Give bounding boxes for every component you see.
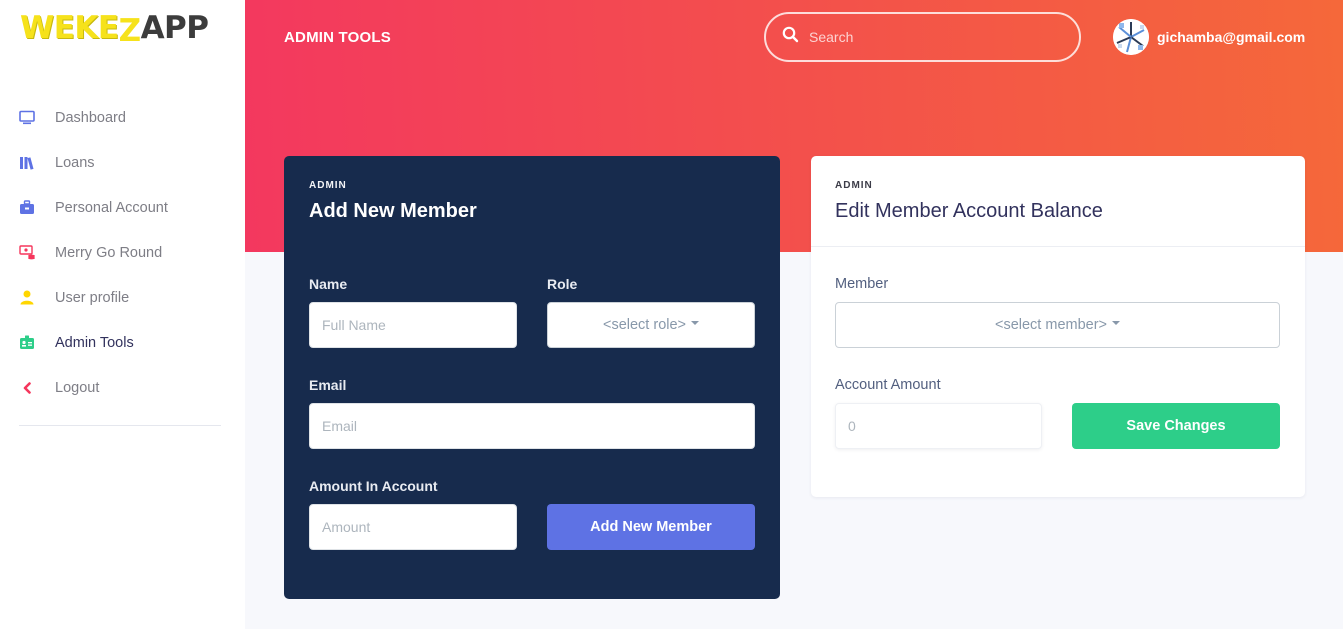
avatar[interactable] xyxy=(1113,19,1149,55)
name-field[interactable] xyxy=(309,302,517,348)
card-title: Edit Member Account Balance xyxy=(835,200,1103,222)
amount-label: Amount In Account xyxy=(309,478,438,494)
sidebar-item-personal-account[interactable]: Personal Account xyxy=(0,185,245,230)
sidebar-item-dashboard[interactable]: Dashboard xyxy=(0,95,245,140)
brand-logo[interactable]: WEKEZAPP xyxy=(20,10,220,50)
add-member-card: ADMIN Add New Member Name Role <select r… xyxy=(284,156,780,599)
account-amount-label: Account Amount xyxy=(835,377,941,393)
brand-part3: APP xyxy=(140,10,209,46)
sidebar-item-logout[interactable]: Logout xyxy=(0,365,245,410)
email-label: Email xyxy=(309,377,347,393)
save-changes-button[interactable]: Save Changes xyxy=(1072,403,1280,449)
amount-field[interactable] xyxy=(309,504,517,550)
sidebar-item-label: Merry Go Round xyxy=(55,244,163,261)
brand-part2: Z xyxy=(118,13,141,49)
email-field[interactable] xyxy=(309,403,755,449)
add-member-button[interactable]: Add New Member xyxy=(547,504,755,550)
sidebar: WEKEZAPP Dashboard Loans Personal Accoun… xyxy=(0,0,245,629)
search-input[interactable] xyxy=(809,29,1049,45)
books-icon xyxy=(18,154,36,172)
sidebar-nav: Dashboard Loans Personal Account Merry G… xyxy=(0,95,245,410)
user-menu[interactable]: gichamba@gmail.com xyxy=(1113,19,1305,55)
sidebar-item-label: Logout xyxy=(55,379,100,396)
role-select-value: <select role> xyxy=(602,317,687,333)
sidebar-item-label: User profile xyxy=(55,289,130,306)
role-label: Role xyxy=(547,276,578,292)
edit-balance-card: ADMIN Edit Member Account Balance Member… xyxy=(811,156,1305,497)
briefcase-icon xyxy=(18,199,36,217)
name-label: Name xyxy=(309,276,348,292)
caret-down-icon xyxy=(1112,321,1121,325)
user-icon xyxy=(18,289,36,307)
sidebar-item-label: Loans xyxy=(55,154,95,171)
member-select[interactable]: <select member> xyxy=(835,302,1280,348)
sidebar-item-label: Dashboard xyxy=(55,109,126,126)
sidebar-item-merry-go-round[interactable]: Merry Go Round xyxy=(0,230,245,275)
brand-part1: WEKE xyxy=(20,10,119,46)
sidebar-item-user-profile[interactable]: User profile xyxy=(0,275,245,320)
search-icon xyxy=(782,26,799,48)
id-card-icon xyxy=(18,334,36,352)
member-select-value: <select member> xyxy=(994,317,1108,333)
monitor-icon xyxy=(18,109,36,127)
money-icon xyxy=(18,244,36,262)
sidebar-item-label: Personal Account xyxy=(55,199,168,216)
card-eyebrow: ADMIN xyxy=(835,180,873,191)
card-eyebrow: ADMIN xyxy=(309,180,347,191)
search-box[interactable] xyxy=(764,12,1081,62)
sidebar-divider xyxy=(19,425,221,426)
account-amount-field[interactable] xyxy=(835,403,1042,449)
card-header-divider xyxy=(811,246,1305,247)
chevron-left-icon xyxy=(18,379,36,397)
sidebar-item-label: Admin Tools xyxy=(55,334,134,351)
user-email: gichamba@gmail.com xyxy=(1157,29,1306,45)
card-title: Add New Member xyxy=(309,200,477,222)
page-title: ADMIN TOOLS xyxy=(284,29,391,46)
sidebar-item-admin-tools[interactable]: Admin Tools xyxy=(0,320,245,365)
role-select[interactable]: <select role> xyxy=(547,302,755,348)
member-label: Member xyxy=(835,276,889,292)
caret-down-icon xyxy=(691,321,700,325)
sidebar-item-loans[interactable]: Loans xyxy=(0,140,245,185)
